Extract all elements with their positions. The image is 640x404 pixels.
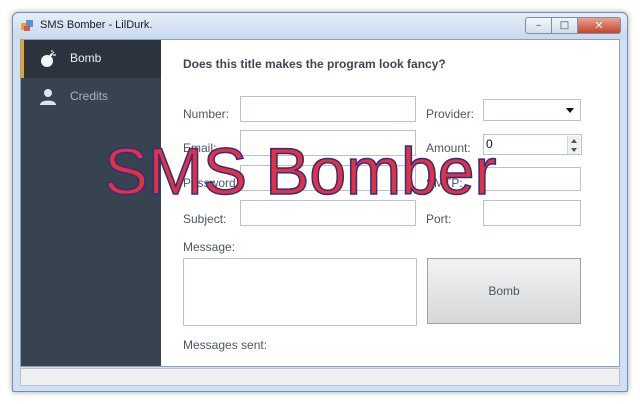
window-controls: – □ ✕ bbox=[525, 17, 621, 34]
app-icon bbox=[21, 20, 33, 31]
page-title: Does this title makes the program look f… bbox=[183, 57, 446, 71]
port-label: Port: bbox=[426, 212, 452, 226]
provider-label: Provider: bbox=[426, 107, 475, 121]
subject-label: Subject: bbox=[183, 212, 227, 226]
stepper-down-button[interactable] bbox=[568, 145, 580, 154]
minimize-icon: – bbox=[536, 19, 541, 31]
port-field[interactable] bbox=[483, 200, 581, 226]
maximize-button[interactable]: □ bbox=[551, 17, 577, 34]
minimize-button[interactable]: – bbox=[525, 17, 551, 34]
message-label: Message: bbox=[183, 240, 236, 254]
sidebar-item-label: Bomb bbox=[70, 51, 102, 65]
message-textarea[interactable] bbox=[183, 258, 417, 326]
number-label: Number: bbox=[183, 107, 230, 121]
close-icon: ✕ bbox=[594, 19, 604, 32]
close-button[interactable]: ✕ bbox=[577, 17, 621, 34]
title-bar[interactable]: SMS Bomber - LilDurk. – □ ✕ bbox=[13, 13, 627, 39]
window-title: SMS Bomber - LilDurk. bbox=[40, 19, 153, 31]
chevron-up-icon bbox=[571, 138, 577, 143]
number-field[interactable] bbox=[240, 96, 416, 122]
stepper-buttons bbox=[567, 136, 580, 154]
overlay-title-text: SMS Bomber bbox=[103, 134, 497, 208]
person-icon bbox=[40, 89, 56, 105]
status-bar bbox=[20, 368, 620, 386]
sidebar-item-bomb[interactable]: Bomb bbox=[21, 40, 161, 78]
provider-select[interactable] bbox=[483, 99, 581, 121]
sidebar-item-label: Credits bbox=[70, 89, 109, 103]
amount-stepper[interactable]: 0 bbox=[483, 134, 582, 155]
bomb-icon bbox=[41, 50, 56, 67]
sidebar-item-credits[interactable]: Credits bbox=[21, 78, 161, 116]
messages-sent-label: Messages sent: bbox=[183, 338, 268, 352]
bomb-button[interactable]: Bomb bbox=[427, 258, 581, 324]
chevron-down-icon bbox=[566, 108, 574, 113]
chevron-down-icon bbox=[571, 147, 577, 152]
maximize-icon: □ bbox=[559, 19, 570, 31]
smtp-field[interactable] bbox=[483, 167, 581, 191]
stepper-up-button[interactable] bbox=[568, 136, 580, 145]
